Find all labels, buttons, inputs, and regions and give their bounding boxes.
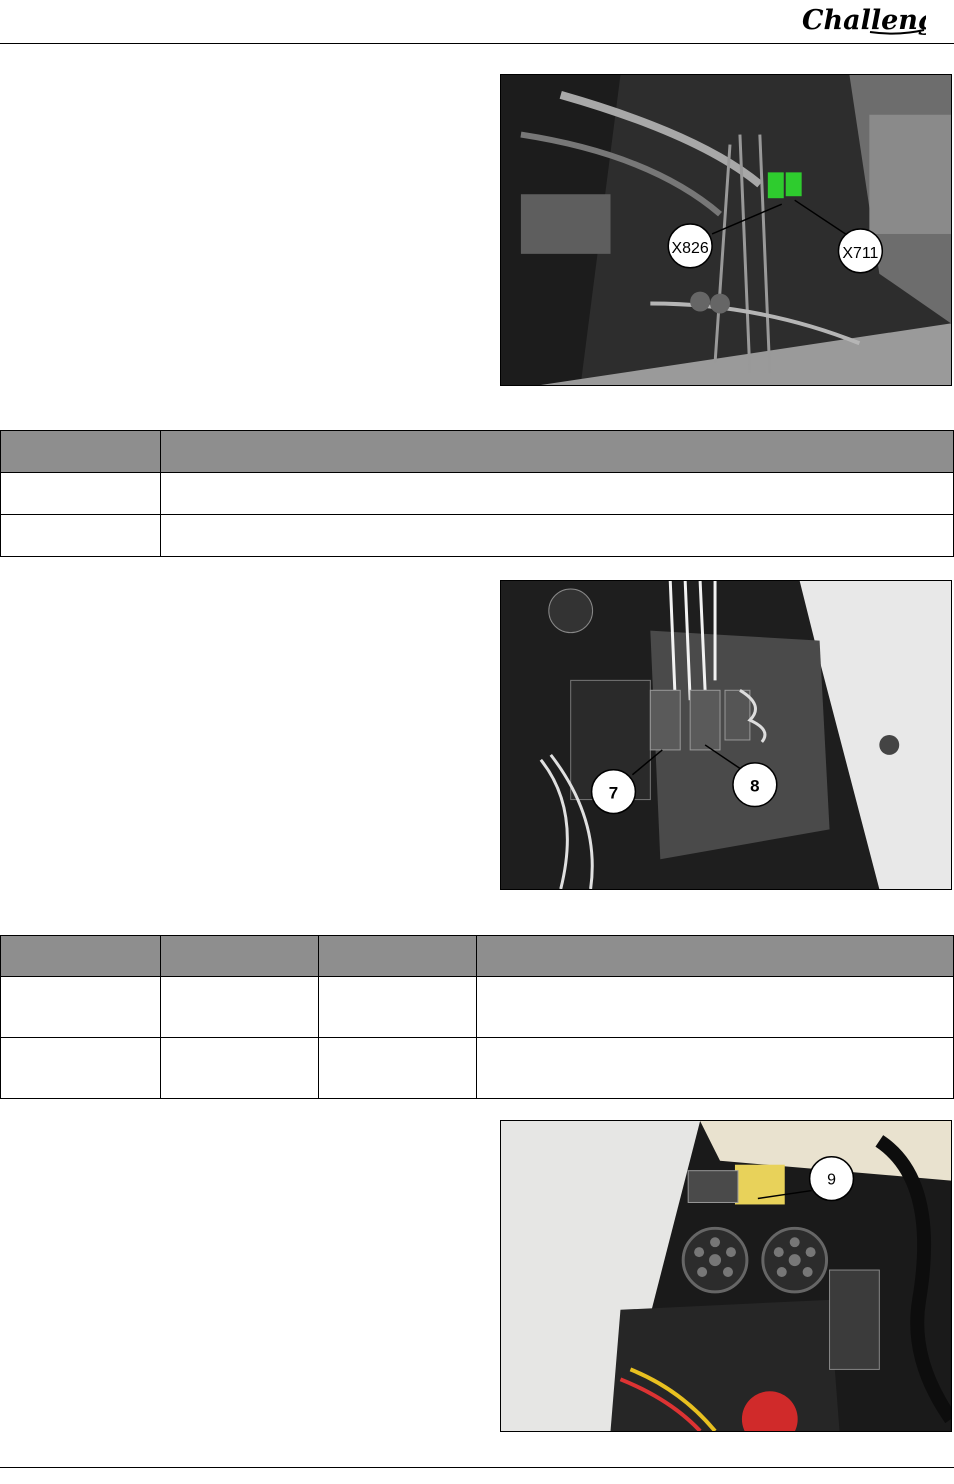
table-row (0, 472, 954, 515)
callout-7: 7 (609, 784, 618, 803)
table-row (0, 1037, 954, 1099)
photo-cab-wiring: X826 X711 (500, 74, 952, 386)
table-cell (0, 472, 161, 515)
connector-x826-highlight (767, 172, 784, 199)
table-cell (476, 1037, 954, 1099)
table-cell (160, 514, 954, 557)
connector-table-2 (0, 935, 954, 1099)
header-rule (0, 43, 954, 44)
table-header-row (0, 430, 954, 473)
callout-x711: X711 (842, 245, 878, 262)
footer-rule (0, 1467, 954, 1468)
table-cell (160, 1037, 319, 1099)
table-cell (160, 976, 319, 1038)
table-header-cell (0, 430, 161, 473)
connector-x711-highlight (785, 172, 802, 197)
table-header-cell (160, 935, 319, 977)
table-cell (476, 976, 954, 1038)
table-header-row (0, 935, 954, 977)
challenger-logo: Challenger (798, 2, 954, 38)
table-header-cell (0, 935, 161, 977)
table-row (0, 976, 954, 1038)
connector-table-1 (0, 430, 954, 557)
logo-text: Challenger (802, 5, 926, 36)
callout-8: 8 (750, 777, 759, 796)
table-cell (318, 1037, 477, 1099)
table-header-cell (476, 935, 954, 977)
table-header-cell (160, 430, 954, 473)
table-cell (0, 1037, 161, 1099)
table-cell (0, 976, 161, 1038)
table-header-cell (318, 935, 477, 977)
table-cell (0, 514, 161, 557)
callout-x826: X826 (672, 240, 709, 257)
photo-controller-connectors: 7 8 (500, 580, 952, 890)
callout-9: 9 (827, 1172, 836, 1189)
table-row (0, 514, 954, 557)
table-cell (160, 472, 954, 515)
photo-sockets: 9 (500, 1120, 952, 1432)
table-cell (318, 976, 477, 1038)
